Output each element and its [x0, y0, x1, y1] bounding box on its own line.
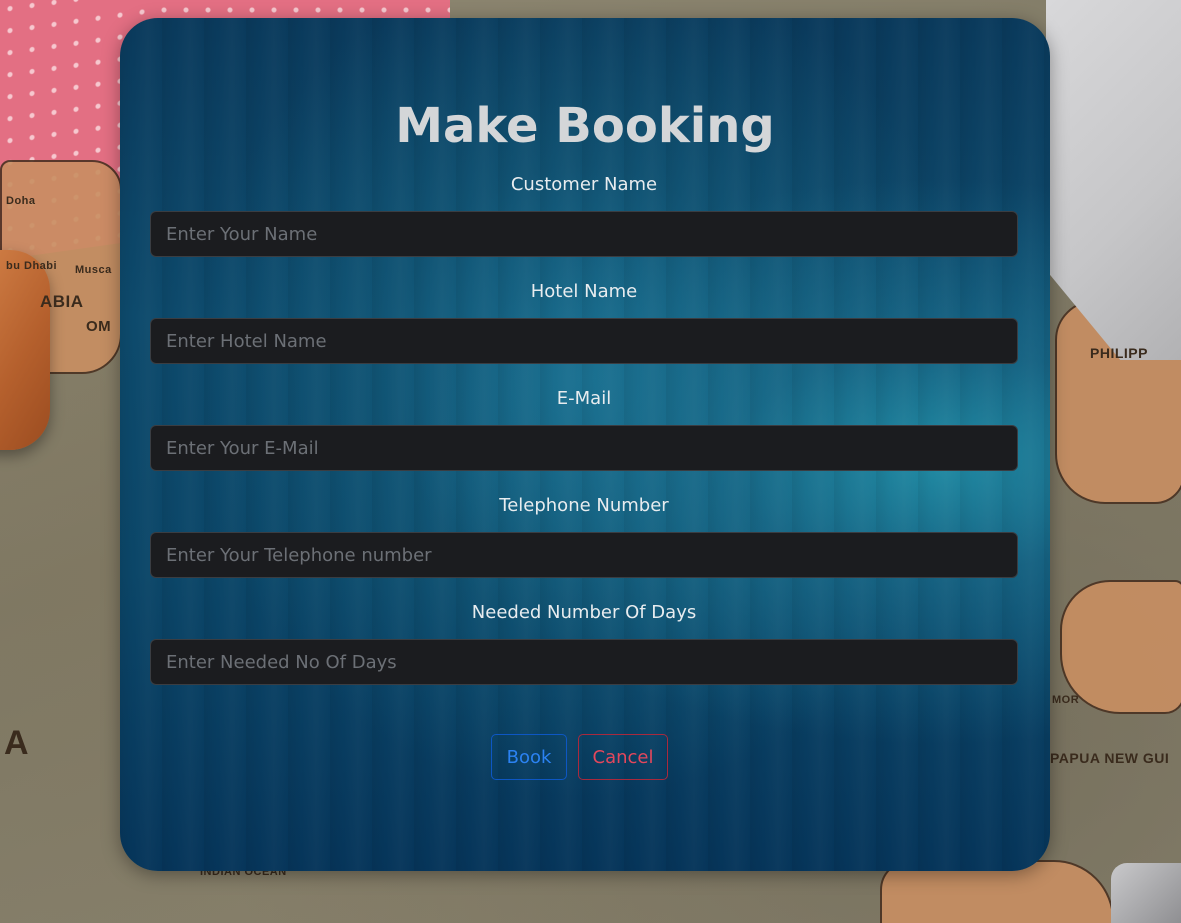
map-label: OM	[86, 318, 112, 335]
map-label: ABIA	[40, 292, 84, 311]
telephone-group: Telephone Number	[150, 494, 1018, 578]
map-label: A	[4, 724, 30, 762]
map-label: PHILIPP	[1090, 345, 1148, 361]
customer-name-label: Customer Name	[510, 174, 658, 195]
map-label: PAPUA NEW GUI	[1050, 750, 1170, 766]
book-button[interactable]: Book	[491, 734, 567, 780]
days-input[interactable]	[150, 639, 1018, 685]
map-label: bu Dhabi	[6, 260, 58, 272]
days-label: Needed Number Of Days	[471, 602, 697, 623]
page-title: Make Booking	[395, 98, 775, 154]
map-label: Musca	[75, 264, 112, 276]
customer-name-input[interactable]	[150, 211, 1018, 257]
email-group: E-Mail	[150, 387, 1018, 471]
map-label: Doha	[6, 195, 36, 207]
wooden-object	[0, 250, 50, 450]
telephone-label: Telephone Number	[499, 495, 669, 516]
booking-card: Make Booking Customer Name Hotel Name E-…	[120, 18, 1050, 871]
email-label: E-Mail	[556, 388, 612, 409]
cancel-button[interactable]: Cancel	[578, 734, 668, 780]
customer-name-group: Customer Name	[150, 173, 1018, 257]
days-group: Needed Number Of Days	[150, 601, 1018, 685]
email-input[interactable]	[150, 425, 1018, 471]
hotel-name-label: Hotel Name	[530, 281, 638, 302]
map-label: MOR	[1052, 694, 1080, 706]
metal-clip	[1111, 863, 1181, 923]
hotel-name-group: Hotel Name	[150, 280, 1018, 364]
hotel-name-input[interactable]	[150, 318, 1018, 364]
telephone-input[interactable]	[150, 532, 1018, 578]
